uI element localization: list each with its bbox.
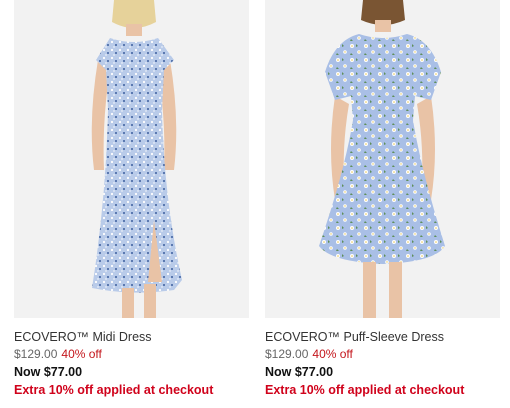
price-row: $129.00 40% off bbox=[265, 347, 353, 361]
sale-price: Now $77.00 bbox=[265, 365, 334, 379]
price-row: $129.00 40% off bbox=[14, 347, 102, 361]
discount-label: 40% off bbox=[61, 347, 102, 361]
puff-sleeve-dress-photo bbox=[265, 0, 500, 318]
product-image[interactable] bbox=[265, 0, 500, 318]
product-image[interactable] bbox=[14, 0, 249, 318]
product-title[interactable]: ECOVERO™ Midi Dress bbox=[14, 330, 152, 344]
product-card[interactable]: ECOVERO™ Midi Dress $129.00 40% off Now $… bbox=[14, 0, 249, 408]
original-price: $129.00 bbox=[265, 347, 309, 361]
product-title[interactable]: ECOVERO™ Puff-Sleeve Dress bbox=[265, 330, 444, 344]
product-grid: ECOVERO™ Midi Dress $129.00 40% off Now $… bbox=[0, 0, 510, 408]
promo-message: Extra 10% off applied at checkout bbox=[265, 383, 465, 397]
midi-dress-photo bbox=[14, 0, 249, 318]
product-card[interactable]: ECOVERO™ Puff-Sleeve Dress $129.00 40% of… bbox=[265, 0, 500, 408]
original-price: $129.00 bbox=[14, 347, 58, 361]
promo-message: Extra 10% off applied at checkout bbox=[14, 383, 214, 397]
sale-price: Now $77.00 bbox=[14, 365, 83, 379]
discount-label: 40% off bbox=[312, 347, 353, 361]
